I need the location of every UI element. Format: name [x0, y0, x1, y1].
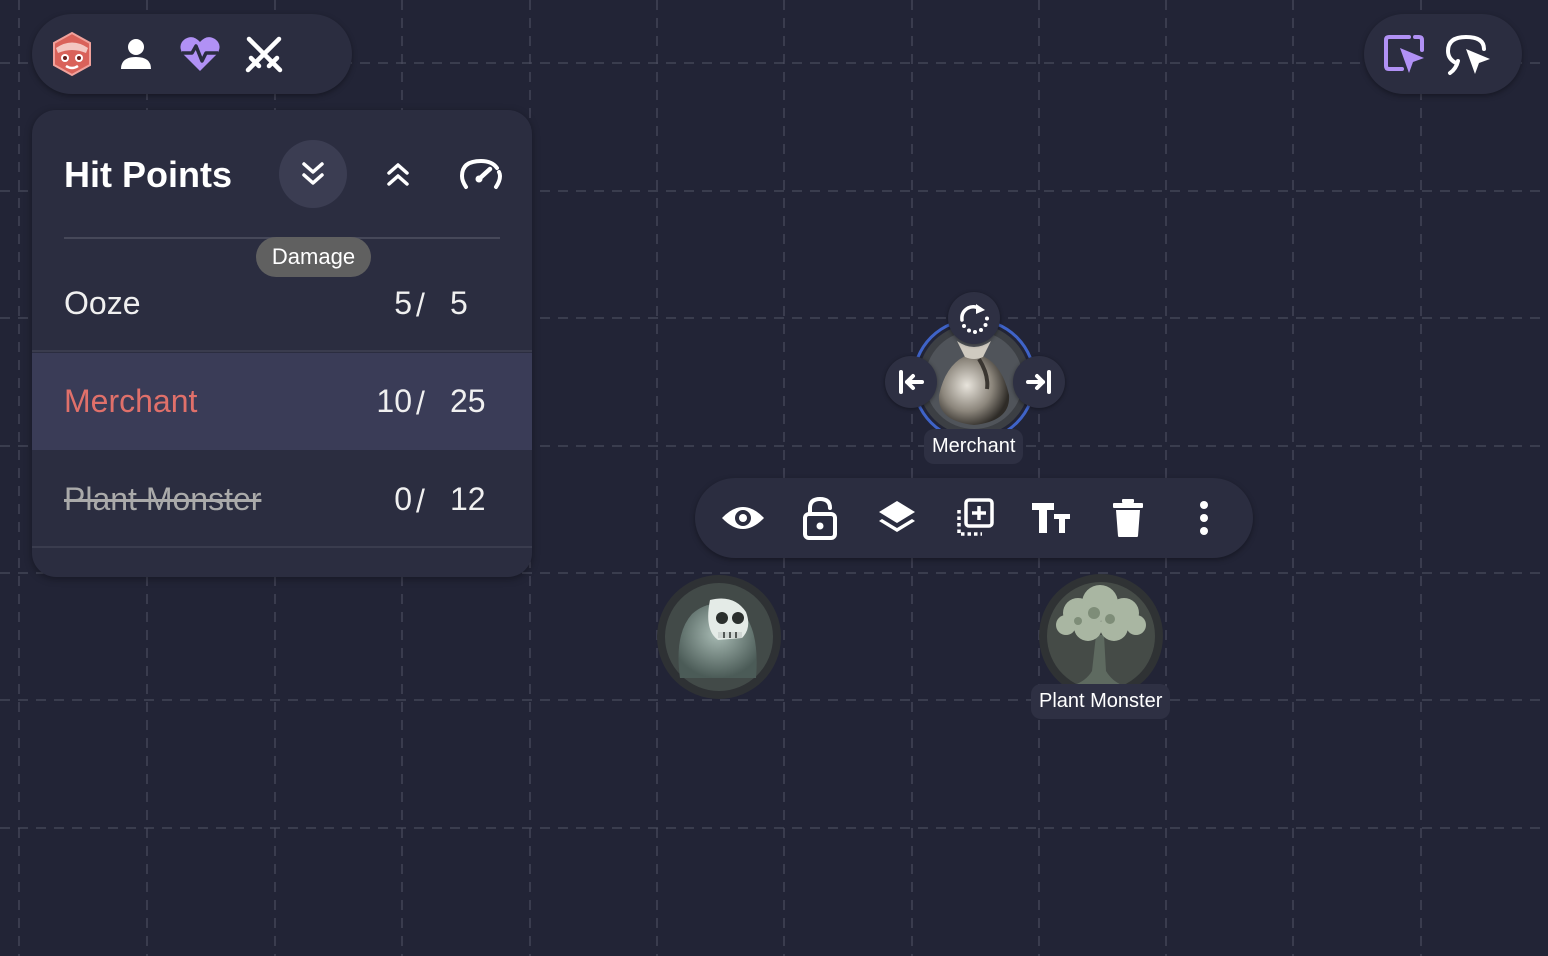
speedometer-icon: [460, 158, 502, 189]
damage-tooltip: Damage: [256, 237, 371, 277]
crossed-swords-icon[interactable]: [232, 22, 296, 86]
hp-separator: /: [416, 287, 425, 323]
panel-title: Hit Points: [64, 154, 232, 195]
right-toolbar: [1364, 14, 1522, 94]
layers-icon[interactable]: [867, 488, 927, 548]
row-divider: [32, 350, 532, 352]
hp-current[interactable]: 5: [342, 285, 412, 322]
hp-row-plant-monster[interactable]: Plant Monster 0 / 12: [32, 451, 532, 548]
plant-monster-token[interactable]: [1038, 573, 1164, 699]
hp-current[interactable]: 10: [342, 383, 412, 420]
token-toolbar: [695, 478, 1253, 558]
hp-row-merchant[interactable]: Merchant 10 / 25: [32, 353, 532, 450]
hp-current[interactable]: 0: [342, 481, 412, 518]
chevrons-up-icon: [387, 163, 409, 186]
arrow-to-left-icon: [899, 370, 924, 394]
move-left-button[interactable]: [885, 356, 937, 408]
owlbear-logo-icon[interactable]: [40, 22, 104, 86]
hp-max[interactable]: 12: [450, 481, 486, 518]
arrow-to-right-icon: [1026, 370, 1051, 394]
hit-points-panel: Hit Points Ooze 5 / 5 Merchant 10 / 25 P…: [32, 110, 532, 577]
trash-icon[interactable]: [1098, 488, 1158, 548]
token-name: Merchant: [64, 383, 198, 419]
ooze-token[interactable]: [656, 574, 782, 700]
plant-monster-token-label: Plant Monster: [1031, 684, 1171, 719]
heart-pulse-icon[interactable]: [168, 22, 232, 86]
pointer-cursor-icon[interactable]: [1436, 22, 1500, 86]
more-vertical-icon[interactable]: [1174, 488, 1234, 548]
eye-icon[interactable]: [713, 488, 773, 548]
person-icon[interactable]: [104, 22, 168, 86]
hp-separator: /: [416, 385, 425, 421]
chevrons-down-icon: [302, 162, 324, 185]
unlock-icon[interactable]: [790, 488, 850, 548]
move-right-button[interactable]: [1013, 356, 1065, 408]
left-toolbar: [32, 14, 352, 94]
row-divider: [32, 546, 532, 548]
hp-max[interactable]: 25: [450, 383, 486, 420]
merchant-token-label: Merchant: [924, 429, 1024, 464]
token-name: Plant Monster: [64, 481, 262, 517]
rotate-button[interactable]: [948, 292, 1000, 344]
damage-button[interactable]: [279, 140, 347, 208]
select-cursor-icon[interactable]: [1372, 22, 1436, 86]
token-name: Ooze: [64, 285, 141, 321]
text-size-icon[interactable]: [1021, 488, 1081, 548]
rotate-icon: [960, 304, 989, 334]
speedometer-button[interactable]: [447, 140, 515, 208]
hp-separator: /: [416, 483, 425, 519]
heal-button[interactable]: [364, 140, 432, 208]
duplicate-icon[interactable]: [944, 488, 1004, 548]
hp-max[interactable]: 5: [450, 285, 468, 322]
